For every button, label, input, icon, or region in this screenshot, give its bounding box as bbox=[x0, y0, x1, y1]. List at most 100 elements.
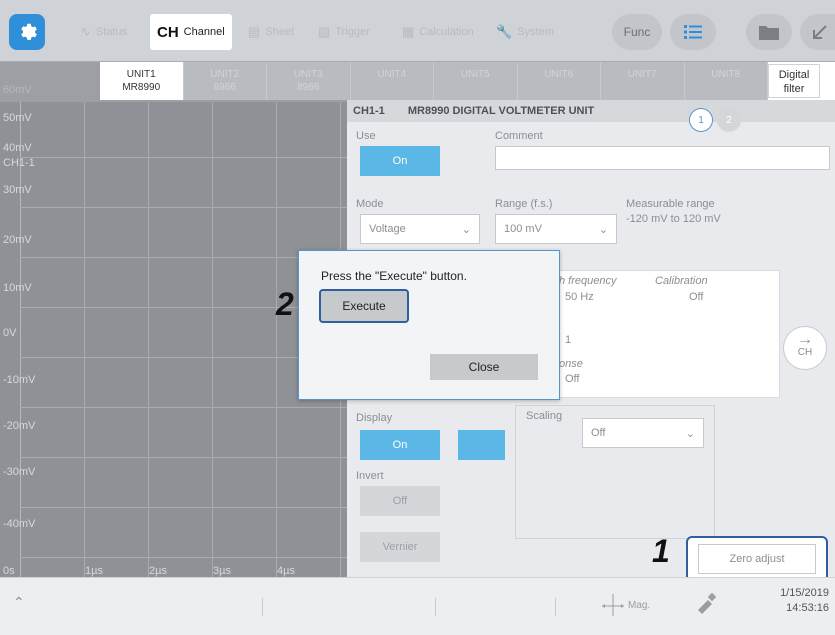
unit-tab-1[interactable]: UNIT1 MR8990 bbox=[100, 62, 184, 100]
unit-tab-5[interactable]: UNIT5 bbox=[434, 62, 518, 100]
chevron-down-icon: ⌄ bbox=[685, 427, 695, 440]
y-axis-label: -10mV bbox=[3, 374, 36, 386]
scaling-select[interactable]: Off ⌄ bbox=[582, 418, 704, 448]
scaling-value: Off bbox=[591, 427, 606, 439]
range-label: Range (f.s.) bbox=[495, 198, 553, 210]
step-1-callout: 1 bbox=[652, 533, 670, 569]
y-axis-label: 50mV bbox=[3, 112, 32, 124]
execute-button[interactable]: Execute bbox=[319, 289, 409, 323]
date-time: 1/15/2019 14:53:16 bbox=[780, 586, 829, 616]
arrow-right-icon: → bbox=[797, 331, 813, 348]
func-button[interactable]: Func bbox=[612, 14, 662, 50]
unit-tab-name: UNIT7 bbox=[627, 69, 657, 80]
date: 1/15/2019 bbox=[780, 587, 829, 599]
y-axis-top-label: 60mV bbox=[3, 84, 32, 96]
chevron-down-icon: ⌄ bbox=[598, 223, 608, 236]
zero-adjust-button[interactable]: Zero adjust bbox=[698, 544, 816, 574]
y-axis-label: 0V bbox=[3, 327, 17, 339]
y-axis-label: -20mV bbox=[3, 420, 36, 432]
mode-select[interactable]: Voltage ⌄ bbox=[360, 214, 480, 244]
grid-line bbox=[20, 157, 347, 158]
unit-tab-name: UNIT5 bbox=[460, 69, 490, 80]
settings-gear-button[interactable] bbox=[9, 14, 45, 50]
open-folder-button[interactable] bbox=[746, 14, 792, 50]
close-button[interactable]: Close bbox=[430, 354, 538, 380]
chevron-down-icon: ⌄ bbox=[461, 223, 471, 236]
display-toggle[interactable]: On bbox=[360, 430, 440, 460]
tab-channel-label: Channel bbox=[183, 26, 225, 38]
x-axis-label: 3µs bbox=[213, 565, 231, 577]
waveform-icon: ∿ bbox=[80, 24, 91, 39]
divider bbox=[262, 598, 263, 616]
folder-icon bbox=[759, 26, 779, 40]
calibration-value: Off bbox=[689, 291, 704, 303]
grid-line bbox=[20, 407, 347, 408]
nplc-value: 1 bbox=[565, 334, 572, 346]
scaling-label: Scaling bbox=[526, 410, 563, 422]
range-select[interactable]: 100 mV ⌄ bbox=[495, 214, 617, 244]
tab-calculation[interactable]: ▦ Calculation bbox=[402, 14, 474, 50]
unit-tab-4[interactable]: UNIT4 bbox=[351, 62, 434, 100]
arrow-corner-icon bbox=[813, 25, 827, 39]
grid-line bbox=[148, 102, 149, 577]
divider bbox=[435, 598, 436, 616]
unit-tab-model: MR8990 bbox=[122, 82, 161, 93]
collapse-button[interactable] bbox=[800, 14, 835, 50]
func-label: Func bbox=[623, 25, 651, 39]
tab-sheet-label: Sheet bbox=[265, 26, 295, 38]
unit-tab-8[interactable]: UNIT8 bbox=[685, 62, 768, 100]
top-toolbar: ∿ Status CH Channel ▤ Sheet ▨ Trigger ▦ … bbox=[0, 0, 835, 62]
tab-system[interactable]: 🔧 System bbox=[496, 14, 554, 50]
display-color-swatch[interactable] bbox=[458, 430, 505, 460]
comment-field[interactable] bbox=[495, 146, 830, 170]
page-indicator-next[interactable]: 2 bbox=[717, 108, 741, 132]
tab-calculation-label: Calculation bbox=[419, 26, 474, 38]
display-label: Display bbox=[356, 412, 393, 424]
grid-line bbox=[276, 102, 277, 577]
chevron-up-icon[interactable]: ⌃ bbox=[13, 594, 25, 611]
unit-tab-name: UNIT3 bbox=[293, 69, 323, 80]
time: 14:53:16 bbox=[786, 602, 829, 614]
range-value: 100 mV bbox=[504, 223, 542, 235]
tab-sheet[interactable]: ▤ Sheet bbox=[248, 14, 294, 50]
y-axis-label: 30mV bbox=[3, 184, 32, 196]
sheet-icon: ▤ bbox=[248, 24, 261, 39]
unit-tab-7[interactable]: UNIT7 bbox=[601, 62, 685, 100]
tab-trigger[interactable]: ▨ Trigger bbox=[318, 14, 370, 50]
list-menu-button[interactable] bbox=[670, 14, 716, 50]
y-axis-label: -40mV bbox=[3, 518, 36, 530]
vernier-button[interactable]: Vernier bbox=[360, 532, 440, 562]
unit-tab-row: UNIT1 MR8990 UNIT2 8966 UNIT3 8966 UNIT4… bbox=[100, 62, 768, 100]
wrench-icon: 🔧 bbox=[496, 24, 513, 39]
unit-tab-2[interactable]: UNIT2 8966 bbox=[184, 62, 267, 100]
tab-status[interactable]: ∿ Status bbox=[80, 14, 127, 50]
mode-value: Voltage bbox=[369, 223, 406, 235]
comment-label: Comment bbox=[495, 130, 543, 142]
grid-line bbox=[20, 207, 347, 208]
unit-tab-name: UNIT1 bbox=[126, 69, 156, 80]
channel-marker: CH1-1 bbox=[3, 157, 35, 169]
tab-channel-abbrev: CH bbox=[157, 23, 179, 41]
frequency-value: 50 Hz bbox=[565, 291, 594, 303]
x-axis-label: 1µs bbox=[85, 565, 103, 577]
tab-trigger-label: Trigger bbox=[335, 26, 370, 38]
invert-toggle[interactable]: Off bbox=[360, 486, 440, 516]
measurable-range-label: Measurable range bbox=[626, 198, 715, 210]
next-channel-button[interactable]: → CH bbox=[783, 326, 827, 370]
digital-filter-button[interactable]: Digital filter bbox=[768, 64, 820, 98]
unit-tab-name: UNIT6 bbox=[544, 69, 574, 80]
use-toggle[interactable]: On bbox=[360, 146, 440, 176]
page-indicator-current[interactable]: 1 bbox=[689, 108, 713, 132]
mag-label: Mag. bbox=[628, 600, 651, 611]
tab-channel[interactable]: CH Channel bbox=[150, 14, 232, 50]
unit-tab-model: 8966 bbox=[297, 82, 320, 93]
x-axis-label: 4µs bbox=[277, 565, 295, 577]
waveform-display[interactable]: 60mV 50mV 40mV CH1-1 30mV 20mV 10mV 0V -… bbox=[0, 62, 347, 577]
mode-label: Mode bbox=[356, 198, 384, 210]
grid-line bbox=[20, 457, 347, 458]
unit-tab-3[interactable]: UNIT3 8966 bbox=[267, 62, 351, 100]
step-2-callout: 2 bbox=[276, 286, 294, 322]
panel-header: CH1-1 MR8990 DIGITAL VOLTMETER UNIT bbox=[347, 100, 835, 122]
invert-label: Invert bbox=[356, 470, 384, 482]
unit-tab-6[interactable]: UNIT6 bbox=[518, 62, 601, 100]
